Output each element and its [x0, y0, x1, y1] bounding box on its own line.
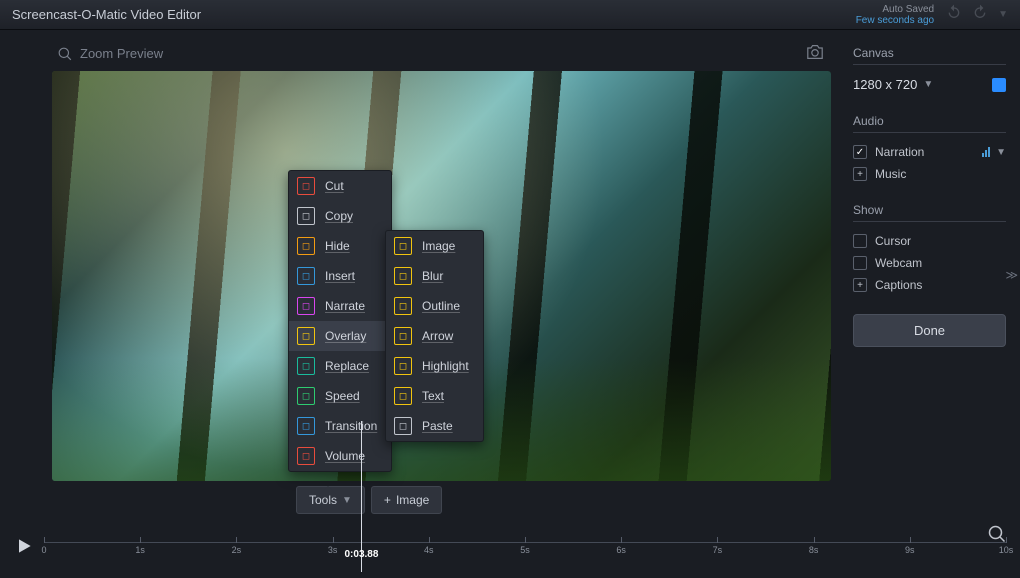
camera-icon[interactable] [805, 44, 825, 63]
overlay-icon: ◻ [297, 327, 315, 345]
image-icon: ◻ [394, 237, 412, 255]
menu-item-cut[interactable]: ◻Cut [289, 171, 391, 201]
menu-item-image[interactable]: ◻Image [386, 231, 483, 261]
tools-dropdown-button[interactable]: Tools ▼ [296, 486, 365, 514]
canvas-section-title: Canvas [853, 46, 1006, 65]
tick-label: 9s [905, 545, 915, 555]
tick-label: 8s [809, 545, 819, 555]
menu-item-copy[interactable]: ◻Copy [289, 201, 391, 231]
tick-label: 5s [520, 545, 530, 555]
titlebar: Screencast-O-Matic Video Editor Auto Sav… [0, 0, 1020, 30]
tick-label: 1s [135, 545, 145, 555]
menu-item-arrow[interactable]: ◻Arrow [386, 321, 483, 351]
transition-icon: ◻ [297, 417, 315, 435]
playhead[interactable] [361, 521, 362, 572]
insert-icon: ◻ [297, 267, 315, 285]
play-button[interactable] [14, 536, 34, 561]
webcam-toggle[interactable]: Webcam [853, 252, 1006, 274]
tools-menu: ◻Cut◻Copy◻Hide◻Insert◻Narrate◻Overlay◻Re… [288, 170, 392, 472]
tick-label: 3s [328, 545, 338, 555]
highlight-icon: ◻ [394, 357, 412, 375]
tick-label: 0 [41, 545, 46, 555]
volume-icon: ◻ [297, 447, 315, 465]
chevron-down-icon[interactable]: ▼ [996, 147, 1006, 158]
add-image-button[interactable]: +Image [371, 486, 442, 514]
zoom-icon[interactable] [988, 525, 1006, 548]
arrow-icon: ◻ [394, 327, 412, 345]
right-sidebar: Canvas 1280 x 720 ▼ Audio Narration ▼ + … [845, 30, 1020, 518]
plus-icon: + [853, 167, 867, 181]
canvas-size-dropdown[interactable]: 1280 x 720 ▼ [853, 73, 1006, 96]
save-status: Auto Saved Few seconds ago [856, 4, 934, 26]
narrate-icon: ◻ [297, 297, 315, 315]
menu-item-overlay[interactable]: ◻Overlay [289, 321, 391, 351]
undo-icon[interactable] [946, 4, 962, 25]
menu-item-narrate[interactable]: ◻Narrate [289, 291, 391, 321]
search-icon [58, 47, 72, 61]
menu-item-text[interactable]: ◻Text [386, 381, 483, 411]
more-icon[interactable]: ≫ [1005, 268, 1018, 282]
timeline: 01s2s3s4s5s6s7s8s9s10s0:03.88 [0, 518, 1020, 578]
tick-label: 7s [713, 545, 723, 555]
hide-icon: ◻ [297, 237, 315, 255]
cut-icon: ◻ [297, 177, 315, 195]
menu-item-blur[interactable]: ◻Blur [386, 261, 483, 291]
text-icon: ◻ [394, 387, 412, 405]
redo-icon[interactable] [972, 4, 988, 25]
add-captions-button[interactable]: +Captions [853, 274, 1006, 296]
add-music-button[interactable]: + Music [853, 163, 1006, 185]
overlay-submenu: ◻Image◻Blur◻Outline◻Arrow◻Highlight◻Text… [385, 230, 484, 442]
current-time: 0:03.88 [344, 549, 378, 560]
menu-item-speed[interactable]: ◻Speed [289, 381, 391, 411]
show-section-title: Show [853, 203, 1006, 222]
menu-item-hide[interactable]: ◻Hide [289, 231, 391, 261]
app-title: Screencast-O-Matic Video Editor [12, 7, 201, 22]
menu-item-outline[interactable]: ◻Outline [386, 291, 483, 321]
done-button[interactable]: Done [853, 314, 1006, 347]
copy-icon: ◻ [297, 207, 315, 225]
zoom-preview-search[interactable]: Zoom Preview [58, 46, 163, 61]
menu-item-insert[interactable]: ◻Insert [289, 261, 391, 291]
audio-level-icon [982, 147, 990, 157]
menu-caret-icon[interactable]: ▼ [998, 9, 1008, 20]
cursor-toggle[interactable]: Cursor [853, 230, 1006, 252]
tick-label: 4s [424, 545, 434, 555]
paste-icon: ◻ [394, 417, 412, 435]
menu-item-transition[interactable]: ◻Transition [289, 411, 391, 441]
menu-item-replace[interactable]: ◻Replace [289, 351, 391, 381]
narration-toggle[interactable]: Narration ▼ [853, 141, 1006, 163]
tick-label: 2s [232, 545, 242, 555]
checkbox-icon [853, 145, 867, 159]
replace-icon: ◻ [297, 357, 315, 375]
outline-icon: ◻ [394, 297, 412, 315]
blur-icon: ◻ [394, 267, 412, 285]
menu-item-highlight[interactable]: ◻Highlight [386, 351, 483, 381]
canvas-color-swatch[interactable] [992, 78, 1006, 92]
tick-label: 6s [616, 545, 626, 555]
timeline-ruler[interactable]: 01s2s3s4s5s6s7s8s9s10s0:03.88 [44, 542, 1006, 572]
speed-icon: ◻ [297, 387, 315, 405]
menu-item-volume[interactable]: ◻Volume [289, 441, 391, 471]
menu-item-paste[interactable]: ◻Paste [386, 411, 483, 441]
audio-section-title: Audio [853, 114, 1006, 133]
